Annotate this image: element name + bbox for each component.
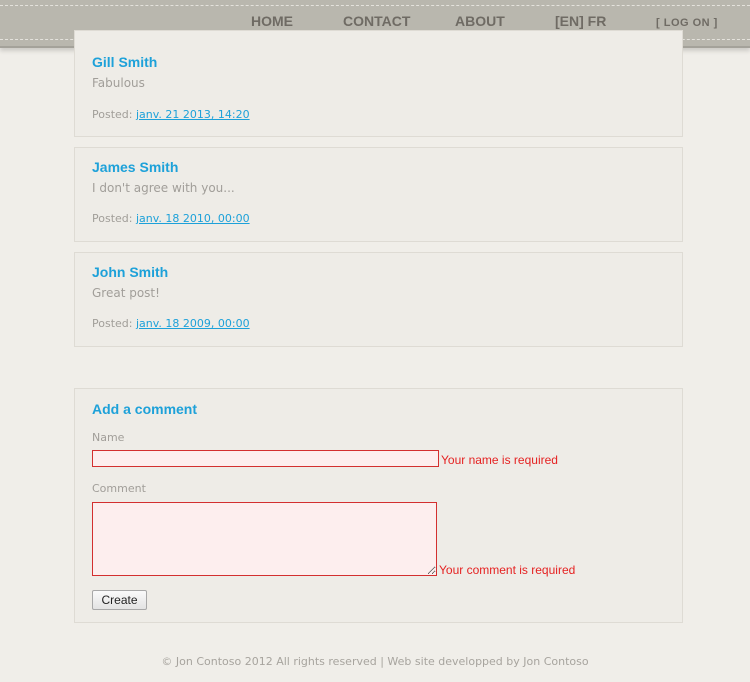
comment-text: Great post! bbox=[92, 286, 160, 300]
comment-date-link[interactable]: janv. 18 2010, 00:00 bbox=[136, 212, 250, 225]
comment-posted: Posted: janv. 18 2010, 00:00 bbox=[92, 212, 250, 225]
add-comment-form: Add a comment Name Your name is required… bbox=[74, 388, 683, 623]
comment-card: James Smith I don't agree with you... Po… bbox=[74, 147, 683, 242]
comment-author: Gill Smith bbox=[92, 54, 158, 70]
nav-about-link[interactable]: ABOUT bbox=[455, 13, 505, 29]
form-title: Add a comment bbox=[92, 401, 198, 417]
login-link[interactable]: [ LOG ON ] bbox=[656, 17, 718, 29]
posted-label: Posted: bbox=[92, 108, 133, 121]
comment-posted: Posted: janv. 18 2009, 00:00 bbox=[92, 317, 250, 330]
comment-text: I don't agree with you... bbox=[92, 181, 235, 195]
comment-card: John Smith Great post! Posted: janv. 18 … bbox=[74, 252, 683, 347]
comment-card: Gill Smith Fabulous Posted: janv. 21 201… bbox=[74, 30, 683, 137]
comment-label: Comment bbox=[92, 482, 146, 495]
nav-home-link[interactable]: HOME bbox=[251, 13, 293, 29]
nav-contact-link[interactable]: CONTACT bbox=[343, 13, 410, 29]
posted-label: Posted: bbox=[92, 212, 133, 225]
comment-date-link[interactable]: janv. 18 2009, 00:00 bbox=[136, 317, 250, 330]
name-label: Name bbox=[92, 431, 125, 444]
name-error-message: Your name is required bbox=[441, 453, 558, 467]
name-input[interactable] bbox=[92, 450, 439, 467]
create-button[interactable]: Create bbox=[92, 590, 147, 610]
comment-error-message: Your comment is required bbox=[439, 563, 576, 577]
language-switcher[interactable]: [EN] FR bbox=[555, 13, 606, 29]
posted-label: Posted: bbox=[92, 317, 133, 330]
comment-date-link[interactable]: janv. 21 2013, 14:20 bbox=[136, 108, 250, 121]
comment-author: John Smith bbox=[92, 264, 169, 280]
footer-text: © Jon Contoso 2012 All rights reserved |… bbox=[161, 655, 589, 668]
comment-author: James Smith bbox=[92, 159, 179, 175]
comment-textarea[interactable] bbox=[92, 502, 437, 576]
comment-text: Fabulous bbox=[92, 76, 145, 90]
nav-stitch-top bbox=[0, 5, 750, 6]
comment-posted: Posted: janv. 21 2013, 14:20 bbox=[92, 108, 250, 121]
